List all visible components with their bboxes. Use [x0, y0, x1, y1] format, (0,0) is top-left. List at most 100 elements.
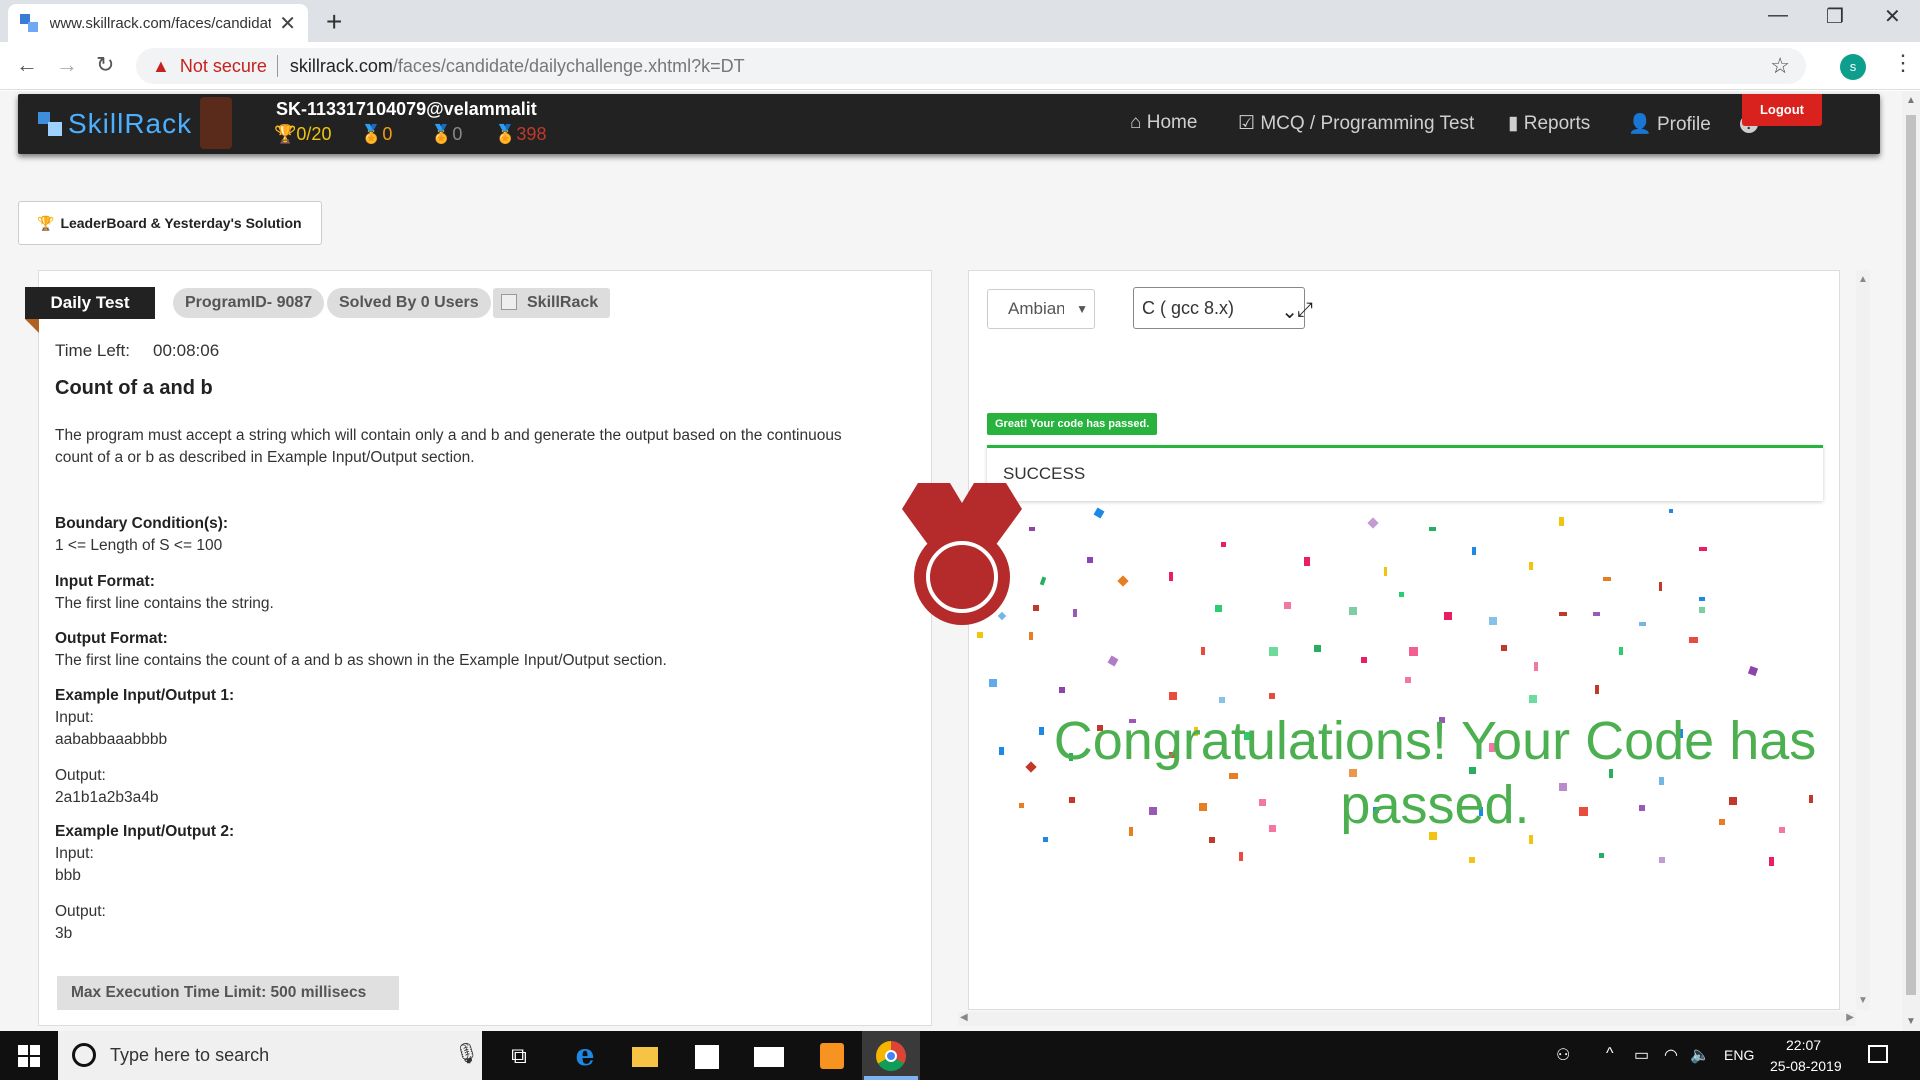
minimize-button[interactable]: — — [1768, 4, 1788, 27]
wifi-icon[interactable]: ◠ — [1664, 1045, 1678, 1065]
chrome-active-indicator — [864, 1076, 918, 1080]
page-content: SkillRack SK-113317104079@velammalit 🏆0/… — [0, 91, 1902, 1031]
example2-input: bbb — [55, 867, 81, 884]
clock-date[interactable]: 25-08-2019 — [1770, 1058, 1842, 1074]
output-format-heading: Output Format: — [55, 630, 168, 647]
tray-expand-icon[interactable]: ^ — [1606, 1045, 1614, 1063]
site-navbar: SkillRack SK-113317104079@velammalit 🏆0/… — [18, 94, 1880, 154]
user-avatar — [200, 97, 232, 149]
nav-mcq-test[interactable]: ☑ MCQ / Programming Test — [1238, 112, 1474, 135]
nav-profile[interactable]: 👤 Profile — [1628, 112, 1711, 136]
user-id: SK-113317104079@velammalit — [276, 99, 537, 119]
tab-close-icon[interactable]: ✕ — [279, 11, 296, 36]
favicon-icon — [20, 14, 38, 32]
not-secure-label[interactable]: Not secure — [180, 56, 267, 77]
chrome-icon[interactable] — [876, 1041, 906, 1071]
notification-icon[interactable] — [1868, 1045, 1888, 1063]
edge-icon[interactable]: e — [570, 1041, 600, 1071]
taskbar-search[interactable]: Type here to search 🎙 — [58, 1031, 482, 1080]
fullscreen-icon[interactable]: ⤢ — [1297, 299, 1313, 322]
page-scroll-up-icon[interactable]: ▲ — [1906, 95, 1916, 106]
windows-start-icon[interactable] — [18, 1045, 40, 1067]
leaderboard-button[interactable]: 🏆 LeaderBoard & Yesterday's Solution — [18, 201, 322, 245]
mail-icon[interactable] — [754, 1041, 784, 1071]
silver-medal-icon: 🏅 — [430, 124, 453, 144]
browser-menu-icon[interactable]: ⋮ — [1892, 50, 1914, 76]
task-view-icon[interactable]: ⧉ — [504, 1041, 534, 1071]
browser-profile-avatar[interactable]: s — [1840, 54, 1866, 80]
editor-horizontal-scrollbar[interactable]: ◀ ▶ — [958, 1012, 1856, 1026]
example2-output: 3b — [55, 925, 73, 942]
nav-home[interactable]: ⌂ Home — [1130, 112, 1197, 134]
example1-output-label: Output: — [55, 767, 106, 784]
example1-input: aababbaaabbbb — [55, 731, 168, 748]
exec-time-limit: Max Execution Time Limit: 500 millisecs — [57, 976, 399, 1010]
theme-select[interactable]: Ambiance ▼ — [987, 289, 1095, 329]
address-bar[interactable]: ▲ Not secure skillrack.com /faces/candid… — [136, 48, 1806, 84]
badge-fold — [25, 319, 39, 333]
bronze-medal-stat: 🏅398 — [494, 124, 546, 145]
language-indicator[interactable]: ENG — [1724, 1047, 1754, 1063]
battery-icon[interactable]: ▭ — [1634, 1045, 1649, 1065]
program-id-pill: ProgramID- 9087 — [173, 288, 325, 318]
example1-heading: Example Input/Output 1: — [55, 687, 235, 704]
broken-image-icon — [501, 294, 517, 310]
editor-vertical-scrollbar[interactable]: ▲ ▼ — [1856, 270, 1870, 1010]
congratulations-message: Congratulations! Your Code has passed. — [1053, 711, 1817, 835]
bronze-medal-icon: 🏅 — [494, 124, 517, 144]
page-scrollbar[interactable]: ▲ ▼ — [1902, 91, 1920, 1031]
clock-time[interactable]: 22:07 — [1786, 1037, 1821, 1053]
sublime-text-icon[interactable] — [816, 1041, 846, 1071]
new-tab-button[interactable]: + — [326, 6, 342, 38]
nav-reports[interactable]: ▮ Reports — [1508, 112, 1590, 135]
bronze-count: 398 — [516, 124, 547, 144]
edit-check-icon: ☑ — [1238, 113, 1256, 134]
nav-profile-label: Profile — [1656, 114, 1711, 135]
close-window-button[interactable]: ✕ — [1884, 4, 1901, 29]
bookmark-star-icon[interactable]: ☆ — [1770, 53, 1790, 79]
file-explorer-icon[interactable] — [630, 1041, 660, 1071]
page-scroll-thumb[interactable] — [1906, 115, 1916, 995]
back-arrow-icon[interactable]: ← — [16, 52, 38, 78]
trophy-count: 0/20 — [296, 124, 332, 144]
result-box: SUCCESS — [987, 445, 1823, 501]
home-icon: ⌂ — [1130, 112, 1142, 133]
medal-icon — [902, 483, 1022, 625]
daily-test-badge: Daily Test — [25, 287, 155, 319]
language-value: C ( gcc 8.x) — [1142, 298, 1235, 318]
people-icon[interactable]: ⚇ — [1556, 1045, 1570, 1065]
example1-output: 2a1b1a2b3a4b — [55, 789, 159, 806]
scroll-down-arrow-icon[interactable]: ▼ — [1858, 995, 1868, 1006]
maximize-button[interactable]: ❐ — [1826, 4, 1844, 29]
example2-heading: Example Input/Output 2: — [55, 823, 235, 840]
microphone-icon[interactable]: 🎙 — [454, 1041, 479, 1066]
problem-title: Count of a and b — [55, 377, 213, 399]
nav-reports-label: Reports — [1523, 113, 1591, 134]
problem-description: The program must accept a string which w… — [55, 427, 842, 466]
skillrack-logo-icon — [38, 112, 62, 136]
store-icon[interactable] — [692, 1041, 722, 1071]
logout-button[interactable]: Logout — [1742, 94, 1822, 126]
problem-panel: Daily Test ProgramID- 9087 Solved By 0 U… — [25, 270, 932, 1026]
input-format-text: The first line contains the string. — [55, 595, 274, 612]
reload-icon[interactable]: ↻ — [96, 52, 114, 78]
scroll-up-arrow-icon[interactable]: ▲ — [1858, 274, 1868, 285]
scroll-right-arrow-icon[interactable]: ▶ — [1846, 1012, 1854, 1023]
browser-tab[interactable]: www.skillrack.com/faces/candidate ✕ — [8, 4, 308, 42]
example2-input-label: Input: — [55, 845, 94, 862]
output-format-text: The first line contains the count of a a… — [55, 652, 667, 669]
leaderboard-label: LeaderBoard & Yesterday's Solution — [60, 215, 302, 231]
input-format-heading: Input Format: — [55, 573, 155, 590]
browser-tabstrip: www.skillrack.com/faces/candidate ✕ + — … — [0, 0, 1920, 42]
example2-output-label: Output: — [55, 903, 106, 920]
forward-arrow-icon[interactable]: → — [56, 52, 78, 78]
language-select[interactable]: C ( gcc 8.x) ⌄ — [1133, 287, 1305, 329]
scroll-left-arrow-icon[interactable]: ◀ — [960, 1012, 968, 1023]
example1-input-label: Input: — [55, 709, 94, 726]
passed-badge: Great! Your code has passed. — [987, 413, 1158, 435]
page-scroll-down-icon[interactable]: ▼ — [1906, 1016, 1916, 1027]
volume-icon[interactable]: 🔈 — [1690, 1045, 1710, 1065]
site-logo[interactable]: SkillRack — [68, 108, 192, 140]
warning-icon: ▲ — [152, 55, 170, 76]
trophy-stat: 🏆0/20 — [274, 124, 331, 145]
